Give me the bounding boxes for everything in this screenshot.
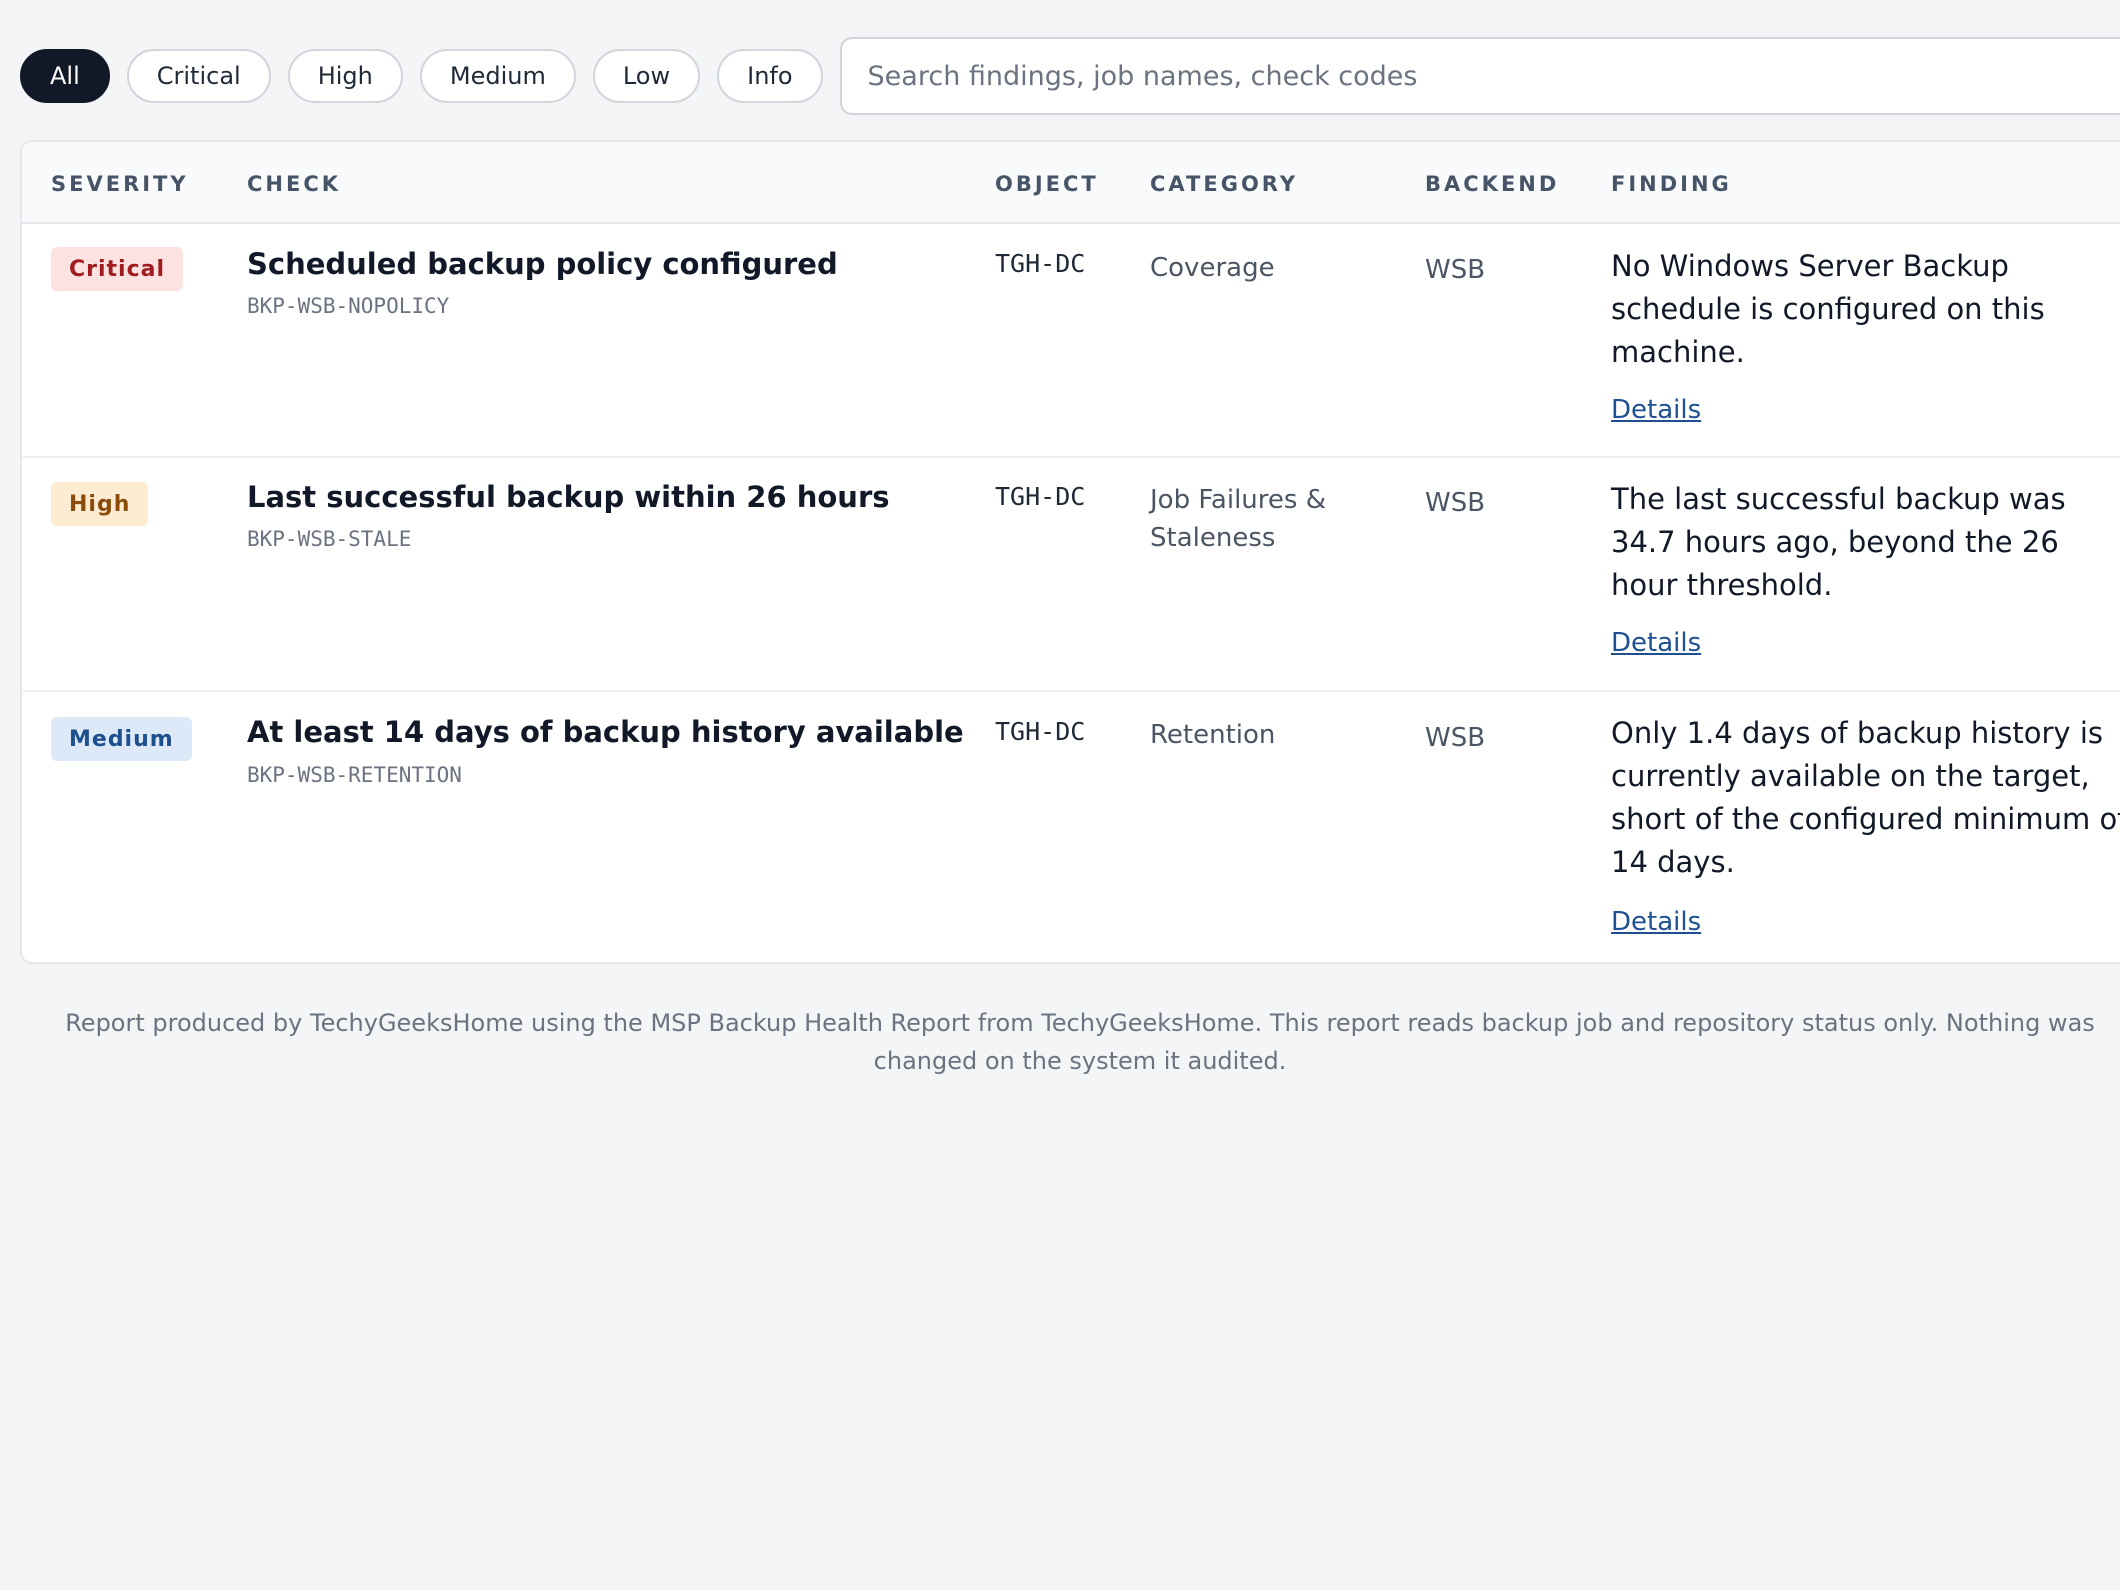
filter-toolbar: All Critical High Medium Low Info — [20, 36, 2120, 116]
object-name: TGH-DC — [995, 249, 1086, 278]
filter-chip-all[interactable]: All — [20, 49, 110, 103]
details-link[interactable]: Details — [1611, 628, 1701, 658]
check-code: BKP-WSB-NOPOLICY — [247, 294, 450, 318]
column-header-object[interactable]: OBJECT — [995, 172, 1099, 196]
filter-chip-medium[interactable]: Medium — [419, 49, 576, 103]
column-header-category[interactable]: CATEGORY — [1150, 172, 1298, 196]
filter-chip-critical[interactable]: Critical — [126, 49, 271, 103]
backend-label: WSB — [1425, 255, 1486, 285]
finding-text: No Windows Server Backup schedule is con… — [1611, 249, 2045, 369]
category-label: Coverage — [1150, 253, 1275, 283]
severity-badge-high: High — [51, 482, 149, 526]
table-row: Critical Scheduled backup policy configu… — [22, 224, 2120, 458]
check-title: At least 14 days of backup history avail… — [247, 715, 964, 749]
finding-text: The last successful backup was 34.7 hour… — [1611, 482, 2066, 602]
category-label: Job Failures & Staleness — [1150, 485, 1326, 553]
findings-table: SEVERITY CHECK OBJECT CATEGORY BACKEND F… — [20, 140, 2120, 964]
column-header-backend[interactable]: BACKEND — [1425, 172, 1559, 196]
report-footer: Report produced by TechyGeeksHome using … — [65, 1009, 2095, 1075]
check-title: Scheduled backup policy configured — [247, 247, 838, 281]
finding-text: Only 1.4 days of backup history is curre… — [1611, 716, 2120, 879]
column-header-finding[interactable]: FINDING — [1611, 172, 1732, 196]
table-row: Medium At least 14 days of backup histor… — [22, 692, 2120, 962]
details-link[interactable]: Details — [1611, 395, 1701, 425]
check-code: BKP-WSB-RETENTION — [247, 763, 462, 787]
filter-chip-info[interactable]: Info — [717, 49, 823, 103]
filter-chip-low[interactable]: Low — [592, 49, 701, 103]
backend-label: WSB — [1425, 488, 1486, 518]
details-link[interactable]: Details — [1611, 907, 1701, 937]
column-header-check[interactable]: CHECK — [247, 172, 341, 196]
check-code: BKP-WSB-STALE — [247, 527, 412, 551]
object-name: TGH-DC — [995, 482, 1086, 511]
backend-label: WSB — [1425, 723, 1486, 753]
object-name: TGH-DC — [995, 717, 1086, 746]
table-header: SEVERITY CHECK OBJECT CATEGORY BACKEND F… — [22, 142, 2120, 224]
severity-badge-critical: Critical — [51, 247, 184, 291]
search-input[interactable] — [839, 37, 2120, 115]
check-title: Last successful backup within 26 hours — [247, 480, 890, 514]
column-header-severity[interactable]: SEVERITY — [51, 172, 189, 196]
table-row: High Last successful backup within 26 ho… — [22, 458, 2120, 692]
filter-chip-high[interactable]: High — [287, 49, 403, 103]
category-label: Retention — [1150, 720, 1276, 750]
severity-badge-medium: Medium — [51, 717, 192, 761]
